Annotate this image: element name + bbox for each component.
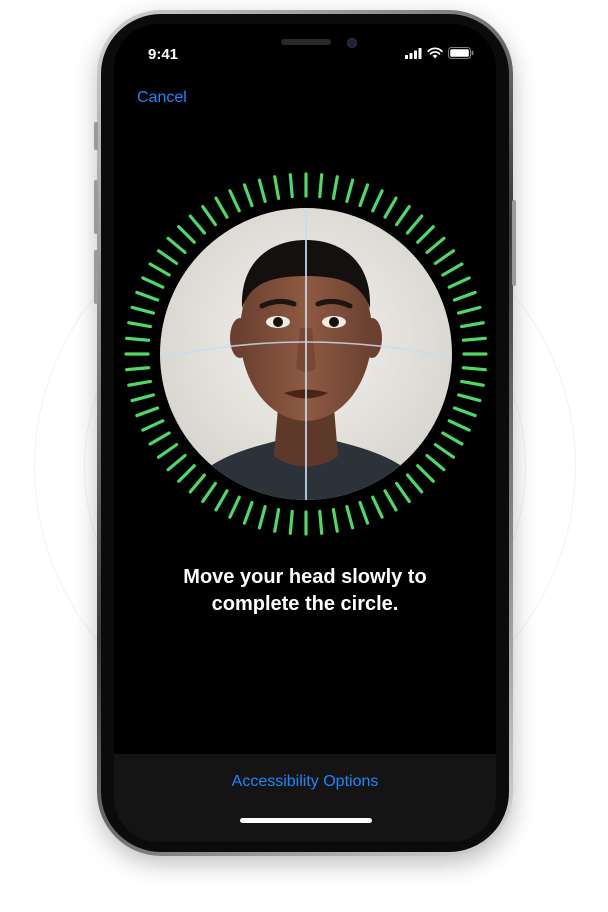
progress-tick	[242, 500, 254, 525]
progress-tick	[130, 393, 155, 403]
progress-tick	[383, 196, 398, 219]
progress-tick	[318, 173, 324, 199]
home-indicator[interactable]	[240, 818, 372, 823]
mute-switch	[94, 122, 98, 150]
progress-tick	[331, 175, 339, 201]
progress-tick	[318, 509, 324, 535]
progress-tick	[457, 393, 482, 403]
progress-tick	[125, 336, 151, 342]
progress-tick	[130, 305, 155, 315]
progress-tick	[228, 495, 241, 519]
progress-tick	[433, 249, 456, 265]
progress-tick	[135, 406, 160, 418]
progress-tick	[242, 183, 254, 208]
volume-down-button	[94, 250, 98, 304]
progress-tick	[177, 464, 196, 483]
progress-tick	[433, 443, 456, 459]
progress-tick	[201, 481, 217, 504]
instruction-line-1: Move your head slowly to	[183, 566, 427, 588]
progress-tick	[416, 464, 435, 483]
progress-tick	[371, 189, 384, 213]
scan-instruction-text: Move your head slowly to complete the ci…	[134, 564, 476, 618]
side-button	[512, 200, 516, 286]
progress-tick	[156, 443, 179, 459]
accessibility-options-button[interactable]: Accessibility Options	[114, 773, 496, 791]
progress-tick	[383, 489, 398, 512]
progress-tick	[331, 507, 339, 533]
progress-tick	[166, 236, 187, 255]
progress-tick	[457, 305, 482, 315]
progress-tick	[214, 196, 229, 219]
progress-tick	[188, 473, 207, 494]
face-preview	[160, 208, 452, 500]
progress-tick	[177, 225, 196, 244]
progress-tick	[405, 214, 424, 235]
instruction-line-2: complete the circle.	[211, 593, 399, 615]
progress-tick	[452, 406, 477, 418]
progress-tick	[425, 236, 446, 255]
progress-tick	[125, 366, 151, 372]
progress-tick	[273, 507, 281, 533]
progress-tick	[288, 509, 294, 535]
progress-tick	[358, 183, 370, 208]
volume-up-button	[94, 180, 98, 234]
progress-tick	[214, 489, 229, 512]
progress-tick	[441, 262, 464, 277]
progress-tick	[257, 178, 267, 203]
progress-tick	[127, 379, 153, 387]
face-portrait-image	[160, 208, 452, 500]
progress-tick	[345, 178, 355, 203]
phone-screen: 9:41 Cancel Move your head slowly to com…	[114, 24, 496, 842]
progress-tick	[345, 505, 355, 530]
progress-tick	[459, 379, 485, 387]
progress-tick	[452, 290, 477, 302]
progress-tick	[459, 321, 485, 329]
progress-tick	[416, 225, 435, 244]
progress-tick	[148, 262, 171, 277]
progress-tick	[156, 249, 179, 265]
progress-tick	[405, 473, 424, 494]
progress-tick	[425, 453, 446, 472]
progress-tick	[201, 204, 217, 227]
progress-tick	[273, 175, 281, 201]
progress-tick	[127, 321, 153, 329]
progress-tick	[461, 336, 487, 342]
progress-tick	[371, 495, 384, 519]
progress-tick	[395, 204, 411, 227]
progress-tick	[148, 431, 171, 446]
progress-tick	[141, 419, 165, 432]
bottom-bar	[114, 754, 496, 842]
progress-tick	[447, 276, 471, 289]
progress-tick	[188, 214, 207, 235]
progress-tick	[395, 481, 411, 504]
progress-tick	[135, 290, 160, 302]
progress-tick	[358, 500, 370, 525]
progress-tick	[447, 419, 471, 432]
progress-tick	[288, 173, 294, 199]
progress-tick	[257, 505, 267, 530]
progress-tick	[461, 366, 487, 372]
progress-tick	[141, 276, 165, 289]
progress-tick	[441, 431, 464, 446]
progress-tick	[166, 453, 187, 472]
progress-tick	[228, 189, 241, 213]
